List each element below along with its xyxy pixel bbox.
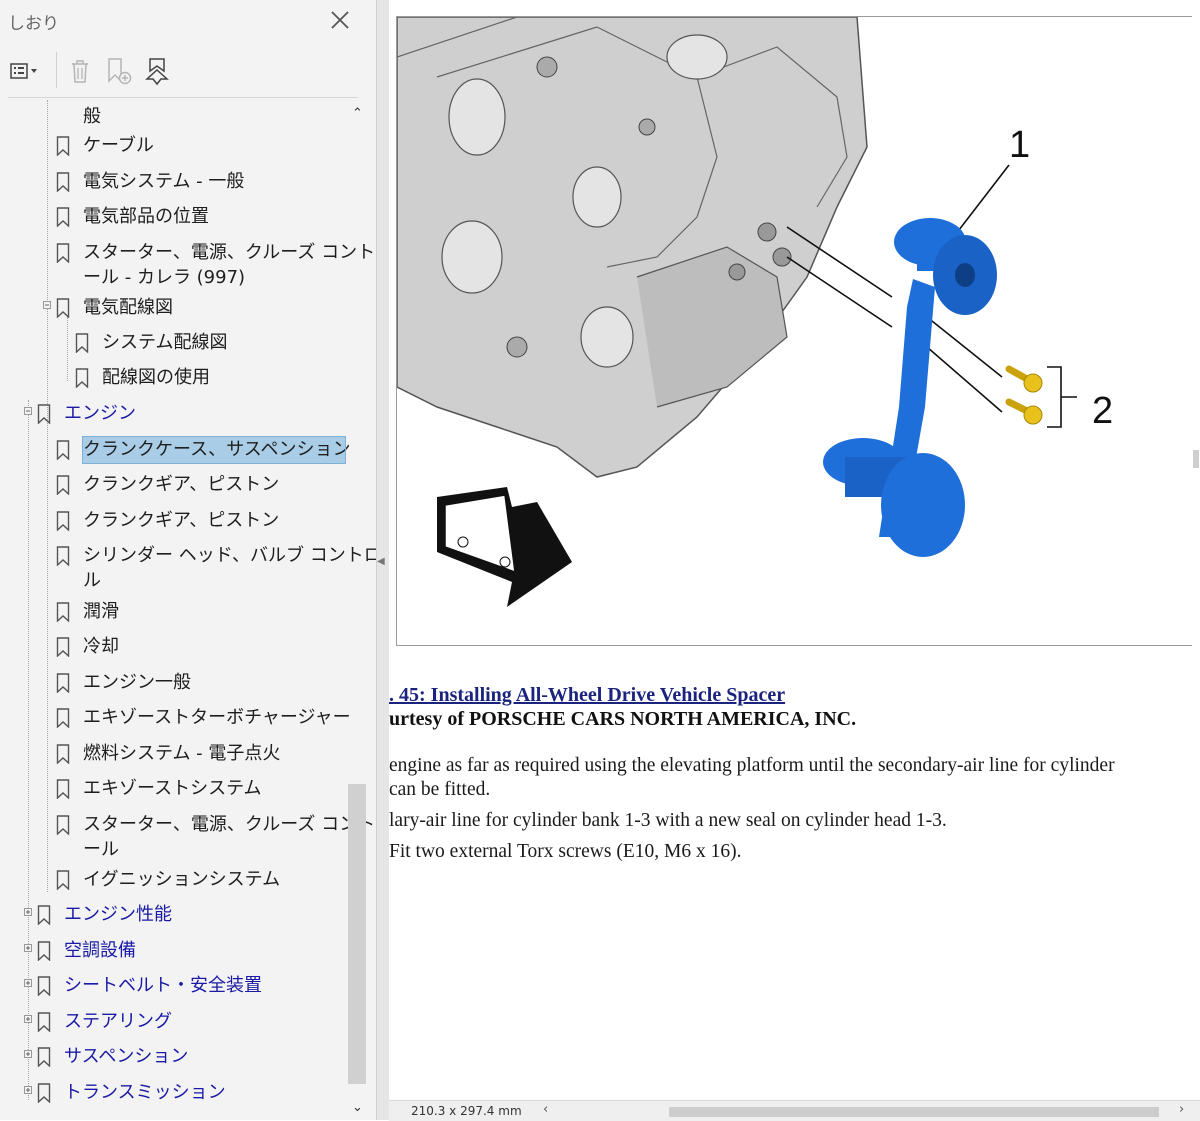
instruction-text: can be fitted. [389, 779, 491, 800]
expand-toggle-icon[interactable] [24, 1050, 32, 1058]
bookmarks-panel: しおり 般 ケーブル 電気システム - 一般 電気部品の位置 スターター、電源、… [0, 0, 376, 1120]
instruction-text: lary-air line for cylinder bank 1-3 with… [389, 810, 947, 831]
scroll-right-icon[interactable]: › [1179, 1102, 1184, 1117]
callout-2: 2 [1092, 390, 1113, 432]
page-size-label: 210.3 x 297.4 mm [411, 1104, 522, 1118]
torx-screws [1005, 365, 1043, 425]
bookmark-icon [56, 440, 70, 460]
expand-toggle-icon[interactable] [24, 908, 32, 916]
trash-icon[interactable] [64, 55, 96, 87]
bookmark-icon [56, 637, 70, 657]
direction-arrow-icon [437, 487, 572, 607]
bookmark-icon [56, 744, 70, 764]
engine-spacer-illustration: 1 2 [397, 17, 1113, 607]
collapse-toggle-icon[interactable] [24, 407, 32, 415]
instruction-text: Fit two external Torx screws (E10, M6 x … [389, 841, 742, 862]
status-bar: 210.3 x 297.4 mm ‹ › [389, 1100, 1200, 1121]
expand-toggle-icon[interactable] [24, 944, 32, 952]
list-options-icon[interactable] [8, 55, 40, 87]
bookmark-icon [37, 1083, 51, 1103]
bookmark-scrollbar[interactable]: ⌃ ⌄ [348, 100, 366, 1120]
bookmark-icon [37, 1012, 51, 1032]
bookmark-icon [56, 815, 70, 835]
close-icon[interactable] [328, 8, 352, 32]
cylinder-head-drawing [397, 17, 868, 478]
bookmark-icon [56, 172, 70, 192]
scroll-down-icon[interactable]: ⌄ [352, 1100, 363, 1115]
bookmark-icon [56, 475, 70, 495]
bookmark-icon [37, 905, 51, 925]
collapse-panel-icon[interactable]: ◀ [377, 556, 385, 567]
bookmark-icon [56, 511, 70, 531]
document-view: 1 2 . 45: Installing All-Wheel Drive Veh… [389, 0, 1200, 1100]
figure-credit: urtesy of PORSCHE CARS NORTH AMERICA, IN… [389, 708, 857, 730]
bookmark-icon [75, 368, 89, 388]
bookmark-icon [56, 298, 70, 318]
collapse-toggle-icon[interactable] [43, 301, 51, 309]
bookmark-icon [56, 602, 70, 622]
bookmark-icon [56, 207, 70, 227]
bookmark-icon [75, 333, 89, 353]
bookmark-icon [56, 546, 70, 566]
bookmark-icon [37, 976, 51, 996]
bookmark-icon [37, 404, 51, 424]
panel-title: しおり [8, 14, 59, 34]
bookmark-icon [56, 708, 70, 728]
bookmark-icon [56, 243, 70, 263]
bookmark-icon [37, 1047, 51, 1067]
bookmark-icon [56, 136, 70, 156]
bookmark-icon [56, 870, 70, 890]
bookmark-tree: 般 ケーブル 電気システム - 一般 電気部品の位置 スターター、電源、クルーズ… [0, 100, 376, 1120]
bookmark-icon [56, 779, 70, 799]
instruction-text: engine as far as required using the elev… [389, 755, 1115, 776]
bookmark-icon [56, 673, 70, 693]
scroll-up-icon[interactable]: ⌃ [352, 106, 363, 121]
document-scrollbar[interactable] [1192, 0, 1200, 1100]
new-bookmark-icon[interactable] [102, 55, 134, 87]
figure-illustration: 1 2 [396, 16, 1193, 646]
bookmark-icon [37, 941, 51, 961]
horizontal-scrollbar-thumb[interactable] [669, 1107, 1159, 1117]
scrollbar-thumb[interactable] [348, 784, 366, 1084]
expand-toggle-icon[interactable] [24, 1086, 32, 1094]
callout-1: 1 [1009, 124, 1030, 166]
find-current-bookmark-icon[interactable] [141, 55, 173, 87]
scrollbar-thumb[interactable] [1193, 450, 1199, 468]
scroll-left-icon[interactable]: ‹ [543, 1102, 548, 1117]
figure-caption-link[interactable]: . 45: Installing All-Wheel Drive Vehicle… [389, 684, 785, 707]
expand-toggle-icon[interactable] [24, 1015, 32, 1023]
expand-toggle-icon[interactable] [24, 979, 32, 987]
